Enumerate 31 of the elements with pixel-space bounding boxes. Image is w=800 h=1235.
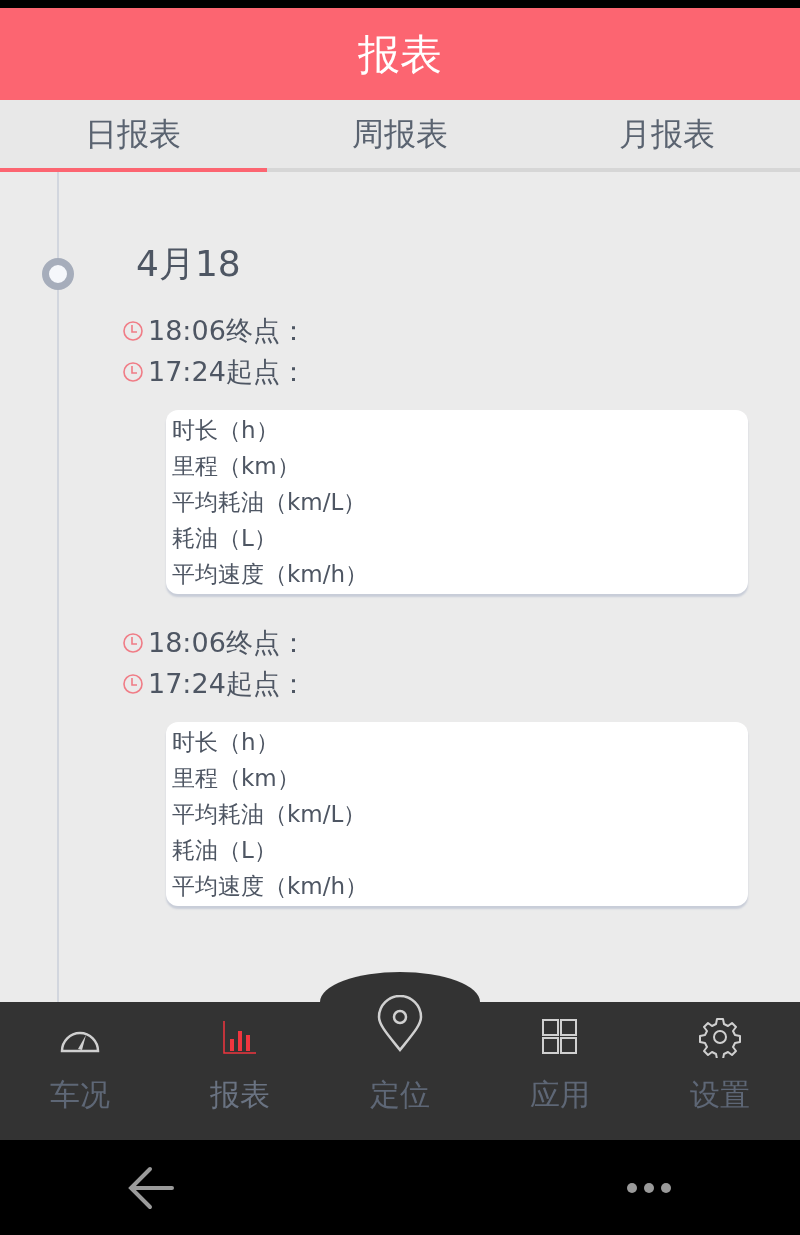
page-title: 报表 — [358, 28, 442, 81]
clock-icon — [122, 632, 144, 654]
stat-label: 平均耗油（km/L） — [172, 488, 368, 517]
trip-end-time: 18:06终点： — [148, 625, 307, 660]
stat-label: 里程（km） — [172, 764, 301, 793]
stat-label: 时长（h） — [172, 728, 280, 757]
stat-label: 平均耗油（km/L） — [172, 800, 368, 829]
stat-label: 平均速度（km/h） — [172, 560, 370, 589]
stat-label: 平均速度（km/h） — [172, 872, 370, 901]
stat-label: 里程（km） — [172, 452, 301, 481]
trip-start-time: 17:24起点： — [148, 354, 307, 389]
back-arrow-icon[interactable] — [128, 1165, 174, 1210]
clock-icon — [122, 361, 144, 383]
clock-icon — [122, 673, 144, 695]
stat-label: 时长（h） — [172, 416, 280, 445]
stat-label: 耗油（L） — [172, 524, 278, 553]
settings-icon — [699, 1016, 741, 1058]
nav-item[interactable]: 报表 — [160, 1002, 320, 1140]
more-icon[interactable] — [626, 1181, 672, 1194]
bar-chart-icon — [222, 1019, 258, 1055]
grid-icon — [542, 1019, 578, 1055]
stat-label: 耗油（L） — [172, 836, 278, 865]
clock-icon — [122, 320, 144, 342]
trip-start-time: 17:24起点： — [148, 666, 307, 701]
timeline-node-icon — [42, 258, 74, 290]
location-pin-icon — [376, 995, 424, 1053]
date-heading: 4月18 — [136, 246, 242, 282]
trip-end-time: 18:06终点： — [148, 313, 307, 348]
nav-item[interactable]: 设置 — [640, 1002, 800, 1140]
nav-item[interactable]: 应用 — [480, 1002, 640, 1140]
nav-item[interactable]: 车况 — [0, 1002, 160, 1140]
